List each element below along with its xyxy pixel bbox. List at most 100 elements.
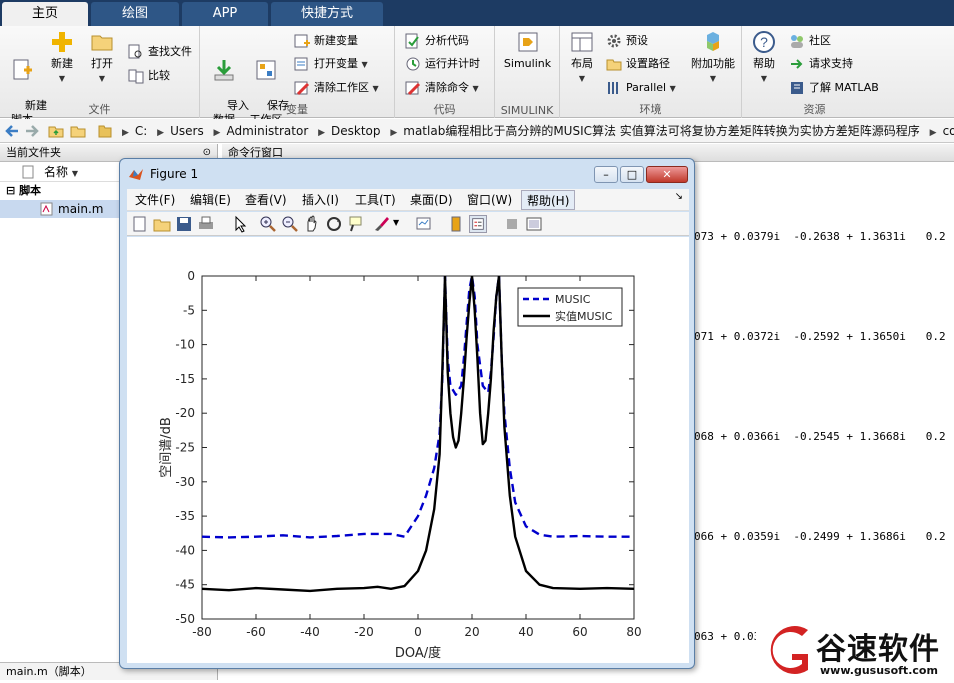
tab-plots[interactable]: 绘图 [91,2,179,26]
rotate-3d-icon[interactable] [325,215,343,233]
ribbon-group-simulink: Simulink SIMULINK [495,26,560,118]
legend-icon[interactable] [469,215,487,233]
menu-insert[interactable]: 插入(I) [302,189,339,211]
run-and-time-button[interactable]: 运行并计时 [405,54,480,74]
breadcrumb-item[interactable]: cod [943,124,954,138]
minimize-button[interactable]: – [594,166,618,183]
preferences-button[interactable]: 预设 [606,31,648,51]
browse-folder-icon[interactable] [70,123,86,139]
open-button[interactable]: 打开 ▼ [84,30,120,86]
find-files-icon [128,44,142,59]
open-variable-icon [294,57,308,71]
tab-home[interactable]: 主页 [2,2,88,26]
y-tick-label: -25 [175,441,195,455]
path-folder-icon [98,125,112,138]
community-button[interactable]: 社区 [789,31,831,51]
save-icon[interactable] [175,215,193,233]
new-figure-icon[interactable] [131,215,149,233]
doa-spectrum-chart[interactable]: -80 -60 -40 -20 0 20 40 60 80 0 -5 -10 -15 -20 -25 -30 -… [127,237,689,663]
tab-apps[interactable]: APP [182,2,268,26]
help-button[interactable]: ? 帮助 ▼ [746,30,782,86]
maximize-button[interactable]: □ [620,166,644,183]
watermark: 谷速软件 www.gususoft.com [756,620,954,680]
close-button[interactable]: ✕ [646,166,688,183]
learn-matlab-button[interactable]: 了解 MATLAB [789,78,879,98]
y-tick-label: -30 [175,475,195,489]
open-file-icon[interactable] [153,215,171,233]
ribbon-group-file: 新建 脚本 新建▼ 打开▼ 查找文件 比较 文件 [0,26,200,126]
y-tick-label: -10 [175,338,195,352]
tab-shortcuts[interactable]: 快捷方式 [271,2,383,26]
x-tick-label: 0 [414,625,422,639]
group-label-code: 代码 [433,103,456,116]
compare-button[interactable]: 比较 [128,66,170,86]
add-ons-button[interactable]: 附加功能 ▼ [688,30,738,86]
x-axis-label: DOA/度 [395,645,441,661]
ribbon-group-code: 分析代码 运行并计时 清除命令 ▼ 代码 [395,26,495,118]
clear-workspace-button[interactable]: 清除工作区 ▼ [294,78,379,98]
show-tools-icon[interactable] [525,215,543,233]
pan-hand-icon[interactable] [303,215,321,233]
clear-commands-button[interactable]: 清除命令 ▼ [405,78,479,98]
pointer-icon[interactable] [231,215,249,233]
x-tick-label: 80 [626,625,641,639]
svg-text:?: ? [760,34,768,50]
menu-edit[interactable]: 编辑(E) [190,189,231,211]
group-label-variable: 变量 [286,103,308,116]
menu-desktop[interactable]: 桌面(D) [410,189,453,211]
simulink-button[interactable]: Simulink [500,30,555,71]
menu-help[interactable]: 帮助(H) [521,190,576,210]
y-tick-label: -5 [183,303,195,317]
community-icon [791,35,803,48]
breadcrumb-item[interactable]: Users [170,124,204,138]
breadcrumb-item[interactable]: matlab编程相比于高分辨的MUSIC算法 实值算法可将复协方差矩阵转换为实协… [403,124,920,138]
menu-window[interactable]: 窗口(W) [467,189,512,211]
collapse-icon[interactable]: ⊟ [6,184,15,197]
forward-arrow-icon[interactable] [24,123,40,139]
analyze-code-button[interactable]: 分析代码 [405,31,469,51]
dock-arrow-icon[interactable]: ↘ [675,191,683,202]
breadcrumb-item[interactable]: Desktop [331,124,381,138]
back-arrow-icon[interactable] [4,123,20,139]
hide-tools-icon[interactable] [503,215,521,233]
up-folder-icon[interactable] [48,123,64,139]
x-tick-label: -40 [300,625,320,639]
menu-tools[interactable]: 工具(T) [355,189,396,211]
y-tick-label: -50 [175,612,195,626]
brush-icon[interactable] [373,215,391,233]
data-cursor-icon[interactable] [347,215,365,233]
colorbar-icon[interactable] [447,215,465,233]
open-variable-button[interactable]: 打开变量 ▼ [294,54,368,74]
figure-canvas[interactable]: -80 -60 -40 -20 0 20 40 60 80 0 -5 -10 -15 -20 -25 -30 -… [127,237,689,663]
breadcrumb-item[interactable]: C: [135,124,147,138]
new-variable-button[interactable]: 新建变量 [294,31,358,51]
matlab-logo-icon [129,169,143,180]
request-support-button[interactable]: 请求支持 [789,54,853,74]
figure-window[interactable]: Figure 1 – □ ✕ 文件(F) 编辑(E) 查看(V) 插入(I) 工… [119,158,695,669]
zoom-in-icon[interactable] [259,215,277,233]
layout-button[interactable]: 布局 ▼ [564,30,600,86]
address-bar: ▶ C: ▶ Users ▶ Administrator ▶ Desktop ▶ matl… [0,119,954,143]
figure-title-bar[interactable]: Figure 1 – □ ✕ [126,163,688,185]
learn-icon [791,82,803,94]
set-path-button[interactable]: 设置路径 [606,54,670,74]
brush-dropdown-icon[interactable]: ▼ [393,218,399,227]
find-files-button[interactable]: 查找文件 [128,42,192,62]
zoom-out-icon[interactable] [281,215,299,233]
command-output-line: 071 + 0.0372i -0.2592 + 1.3650i 0.2 [694,330,946,343]
parallel-button[interactable]: Parallel ▼ [606,78,676,98]
menu-file[interactable]: 文件(F) [135,189,175,211]
print-icon[interactable] [197,215,215,233]
x-tick-label: -80 [192,625,212,639]
compare-icon [128,69,144,84]
plot-area [201,275,635,620]
link-plot-icon[interactable] [415,215,433,233]
save-workspace-icon [256,60,276,80]
menu-view[interactable]: 查看(V) [245,189,287,211]
breadcrumb-item[interactable]: Administrator [226,124,308,138]
new-button[interactable]: 新建 ▼ [44,30,80,86]
new-script-icon [13,59,32,80]
add-ons-icon [707,32,719,51]
ribbon-group-environment: 布局 ▼ 预设 设置路径 Parallel ▼ 附加功能 ▼ 环境 [560,26,742,118]
y-tick-label: -20 [175,406,195,420]
